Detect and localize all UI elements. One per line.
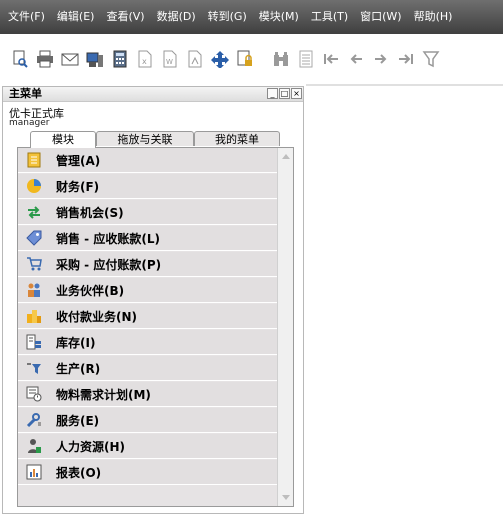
- tab-strip: 模块 拖放与关联 我的菜单: [18, 131, 280, 148]
- export-word-icon[interactable]: W: [160, 48, 180, 70]
- module-label: 管理(A): [56, 153, 101, 168]
- purchasing-ap-icon: [26, 256, 42, 272]
- module-label: 销售 - 应收账款(L): [56, 231, 160, 246]
- module-label: 销售机会(S): [56, 205, 124, 220]
- production-icon: [26, 360, 42, 376]
- lock-icon[interactable]: [235, 48, 255, 70]
- administration-icon: [26, 152, 42, 168]
- module-label: 人力资源(H): [56, 439, 126, 454]
- menu-modules[interactable]: 模块(M): [253, 0, 305, 34]
- window-controls: _ □ ×: [267, 88, 302, 99]
- module-item-banking[interactable]: 收付款业务(N): [18, 304, 277, 329]
- menu-view[interactable]: 查看(V): [100, 0, 150, 34]
- workspace: 主菜单 _ □ × 优卡正式库 manager 模块 拖放与关联 我的菜单 管理…: [0, 84, 503, 516]
- export-pdf-icon[interactable]: [185, 48, 205, 70]
- module-item-purchasing-ap[interactable]: 采购 - 应付账款(P): [18, 252, 277, 277]
- module-label: 收付款业务(N): [56, 309, 138, 324]
- module-label: 库存(I): [56, 335, 96, 350]
- module-list-panel: 管理(A) 财务(F) 销售机会(S) 销售 - 应收账款(L) 采购 - 应付…: [17, 147, 294, 507]
- main-menu-window: 主菜单 _ □ × 优卡正式库 manager 模块 拖放与关联 我的菜单 管理…: [2, 86, 304, 514]
- module-list: 管理(A) 财务(F) 销售机会(S) 销售 - 应收账款(L) 采购 - 应付…: [18, 148, 277, 506]
- reports-icon: [26, 464, 42, 480]
- minimize-button[interactable]: _: [267, 88, 278, 99]
- email-icon[interactable]: [60, 48, 80, 70]
- module-label: 生产(R): [56, 361, 101, 376]
- financials-icon: [26, 178, 42, 194]
- menu-goto[interactable]: 转到(G): [202, 0, 253, 34]
- module-item-reports[interactable]: 报表(O): [18, 460, 277, 485]
- module-item-business-partners[interactable]: 业务伙伴(B): [18, 278, 277, 303]
- last-record-icon[interactable]: [396, 48, 416, 70]
- module-item-financials[interactable]: 财务(F): [18, 174, 277, 199]
- module-item-service[interactable]: 服务(E): [18, 408, 277, 433]
- module-item-mrp[interactable]: 物料需求计划(M): [18, 382, 277, 407]
- module-item-administration[interactable]: 管理(A): [18, 148, 277, 173]
- list-icon[interactable]: [296, 48, 316, 70]
- module-item-production[interactable]: 生产(R): [18, 356, 277, 381]
- inventory-icon: [26, 334, 42, 350]
- module-label: 服务(E): [56, 413, 100, 428]
- print-preview-icon[interactable]: [10, 48, 30, 70]
- menu-window[interactable]: 窗口(W): [354, 0, 407, 34]
- scroll-down-icon[interactable]: [278, 490, 294, 506]
- svg-text:W: W: [166, 58, 173, 66]
- fax-icon[interactable]: [85, 48, 105, 70]
- window-titlebar[interactable]: 主菜单 _ □ ×: [3, 87, 303, 102]
- tab-modules[interactable]: 模块: [30, 131, 96, 148]
- module-label: 财务(F): [56, 179, 100, 194]
- module-label: 报表(O): [56, 465, 102, 480]
- toolbar: x W: [0, 34, 503, 84]
- module-item-inventory[interactable]: 库存(I): [18, 330, 277, 355]
- binoculars-icon[interactable]: [271, 48, 291, 70]
- tab-drag-relate[interactable]: 拖放与关联: [96, 131, 194, 146]
- module-label: 物料需求计划(M): [56, 387, 151, 402]
- calculator-icon[interactable]: [110, 48, 130, 70]
- desktop-area-divider: [306, 84, 503, 86]
- menu-bar: 文件(F) 编辑(E) 查看(V) 数据(D) 转到(G) 模块(M) 工具(T…: [0, 0, 503, 34]
- filter-icon[interactable]: [421, 48, 441, 70]
- sales-ar-icon: [26, 230, 42, 246]
- module-item-sales-ar[interactable]: 销售 - 应收账款(L): [18, 226, 277, 251]
- window-title: 主菜单: [9, 87, 42, 100]
- menu-tools[interactable]: 工具(T): [305, 0, 354, 34]
- menu-edit[interactable]: 编辑(E): [51, 0, 101, 34]
- module-label: 采购 - 应付账款(P): [56, 257, 162, 272]
- opportunities-icon: [26, 204, 42, 220]
- scroll-up-icon[interactable]: [278, 148, 294, 164]
- module-item-opportunities[interactable]: 销售机会(S): [18, 200, 277, 225]
- human-resources-icon: [26, 438, 42, 454]
- user-name: manager: [9, 118, 50, 128]
- svg-text:x: x: [142, 57, 147, 66]
- export-excel-icon[interactable]: x: [135, 48, 155, 70]
- module-item-human-resources[interactable]: 人力资源(H): [18, 434, 277, 459]
- maximize-button[interactable]: □: [279, 88, 290, 99]
- mrp-icon: [26, 386, 42, 402]
- menu-help[interactable]: 帮助(H): [408, 0, 459, 34]
- tab-my-menu[interactable]: 我的菜单: [194, 131, 280, 146]
- close-button[interactable]: ×: [291, 88, 302, 99]
- module-label: 业务伙伴(B): [56, 283, 125, 298]
- menu-file[interactable]: 文件(F): [2, 0, 51, 34]
- first-record-icon[interactable]: [321, 48, 341, 70]
- print-icon[interactable]: [35, 48, 55, 70]
- menu-data[interactable]: 数据(D): [151, 0, 202, 34]
- next-record-icon[interactable]: [371, 48, 391, 70]
- launch-app-icon[interactable]: [210, 48, 230, 70]
- service-icon: [26, 412, 42, 428]
- vertical-scrollbar[interactable]: [277, 148, 293, 506]
- business-partners-icon: [26, 282, 42, 298]
- banking-icon: [26, 308, 42, 324]
- previous-record-icon[interactable]: [346, 48, 366, 70]
